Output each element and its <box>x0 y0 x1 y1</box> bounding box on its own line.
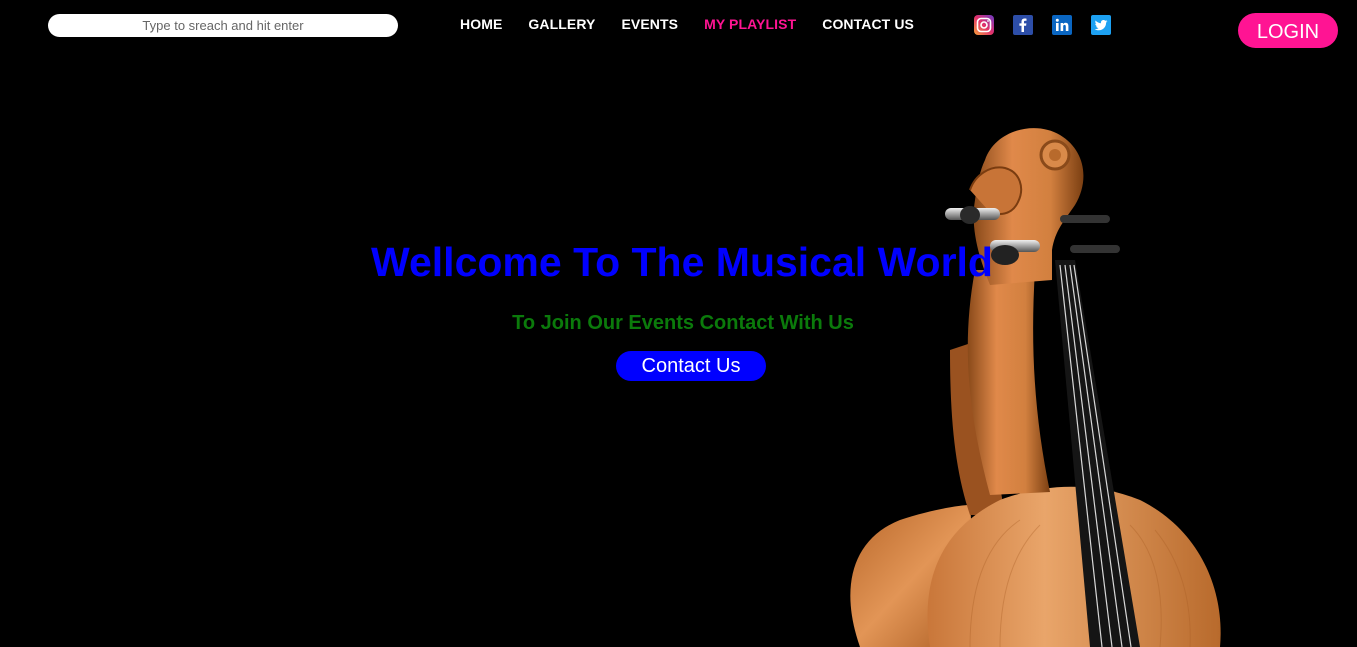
nav-contact-us[interactable]: CONTACT US <box>822 16 914 32</box>
nav-my-playlist[interactable]: MY PLAYLIST <box>704 16 796 32</box>
linkedin-icon[interactable] <box>1052 15 1072 35</box>
instagram-icon[interactable] <box>974 15 994 35</box>
facebook-icon[interactable] <box>1013 15 1033 35</box>
hero-subtitle: To Join Our Events Contact With Us <box>512 312 854 334</box>
nav-events[interactable]: EVENTS <box>621 16 678 32</box>
hero-title: Wellcome To The Musical World <box>371 239 993 285</box>
login-button[interactable]: LOGIN <box>1238 13 1338 48</box>
page: HOME GALLERY EVENTS MY PLAYLIST CONTACT … <box>0 0 1357 647</box>
contact-us-button[interactable]: Contact Us <box>616 351 766 381</box>
nav-home[interactable]: HOME <box>460 16 502 32</box>
social-links <box>974 15 1111 35</box>
violin-image <box>850 128 1221 647</box>
twitter-icon[interactable] <box>1091 15 1111 35</box>
nav-gallery[interactable]: GALLERY <box>528 16 595 32</box>
search-input[interactable] <box>48 14 398 37</box>
main-nav: HOME GALLERY EVENTS MY PLAYLIST CONTACT … <box>460 16 940 32</box>
